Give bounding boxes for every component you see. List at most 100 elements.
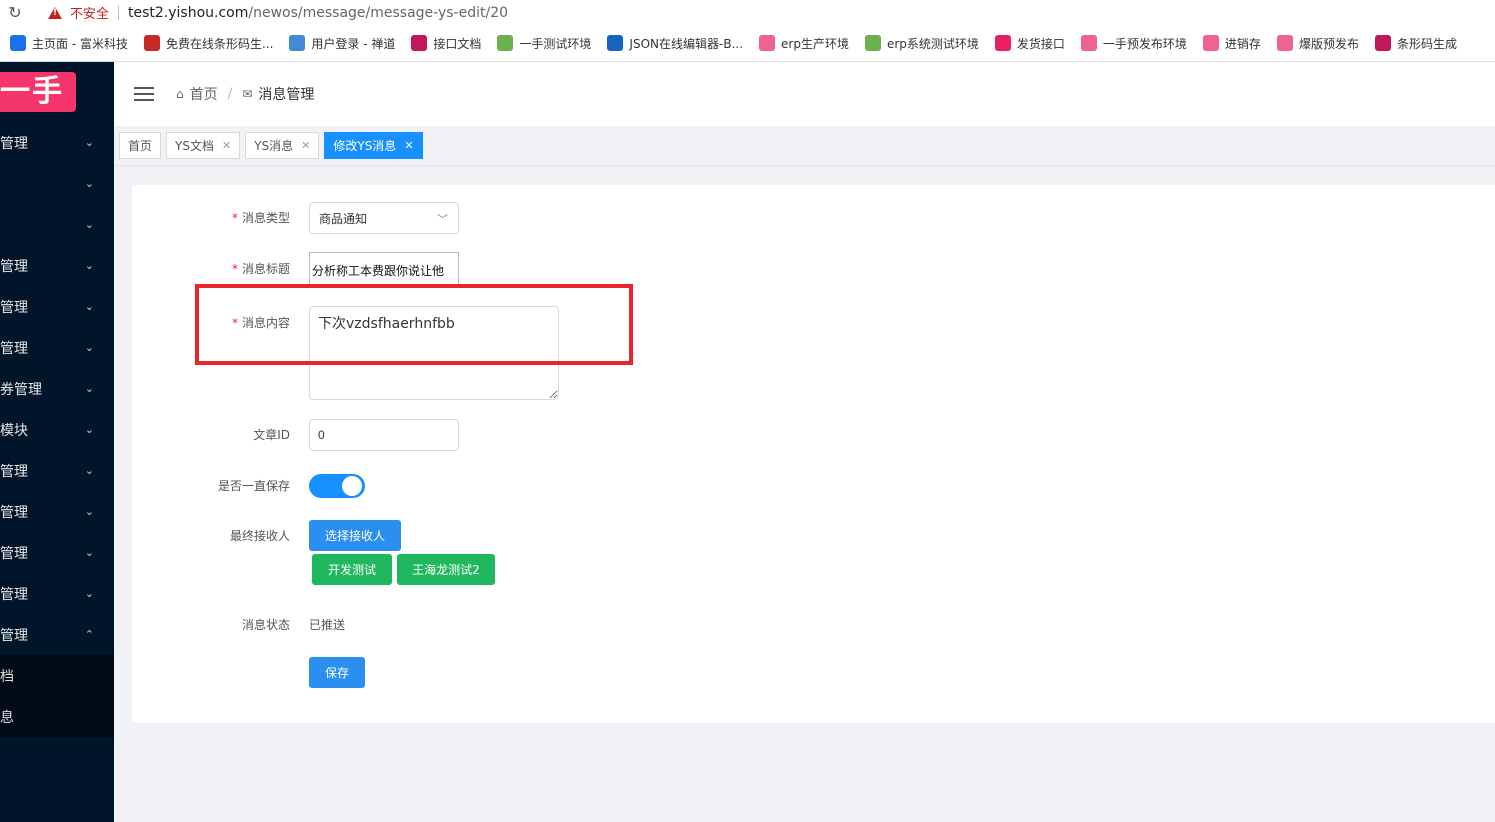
title-label: * 消息标题 [231,262,290,276]
bookmark-item[interactable]: 主页面 - 富米科技 [10,35,128,52]
bookmarks-bar: 主页面 - 富米科技 免费在线条形码生... 用户登录 - 禅道 接口文档 一手测试环境… [0,25,1495,62]
sidebar-item-label: 息 [0,709,14,726]
chevron-down-icon: ⌄ [84,300,94,313]
breadcrumb-home[interactable]: 首页 [190,84,218,104]
receiver-label: 最终接收人 [229,529,290,543]
bookmark-item[interactable]: 发货接口 [994,35,1065,52]
bookmark-label: erp系统测试环境 [886,36,979,51]
bookmark-item[interactable]: 一手测试环境 [497,35,591,52]
bookmark-item[interactable]: 进销存 [1202,35,1261,52]
keep-forever-toggle[interactable] [309,474,365,498]
bookmark-icon [607,35,624,51]
url-field[interactable]: test2.yishou.com/newos/message/message-y… [128,5,508,21]
warning-text: 不安全 [70,7,110,22]
bookmark-item[interactable]: 免费在线条形码生... [143,35,274,52]
reload-icon[interactable]: ↻ [0,3,30,22]
sidebar-menu-item[interactable]: 管理 ⌄ [0,122,114,163]
close-icon[interactable]: ✕ [222,139,231,152]
sidebar-menu-item[interactable]: 管理 ⌄ [0,450,114,491]
chevron-down-icon: ⌄ [84,587,94,600]
article-id-label: 文章ID [253,428,290,442]
keep-label: 是否一直保存 [217,479,290,493]
message-type-select[interactable]: 商品通知 ﹀ [309,202,459,234]
sidebar: 一手 管理 ⌄ ⌄ ⌄ 管理 ⌄ 管理 ⌄ 管理 ⌄ 券管理 ⌄ 模块 ⌄ 管理 ⌄ 管理 ⌄ 管理 ⌄ 管理 ⌄ 管理 ⌃ 档… [0,62,114,822]
bookmark-icon [411,35,428,51]
sidebar-menu-item[interactable]: 管理 ⌄ [0,327,114,368]
receiver-tag[interactable]: 开发测试 [312,554,392,585]
close-icon[interactable]: ✕ [301,139,310,152]
bookmark-item[interactable]: erp系统测试环境 [864,35,979,52]
bookmark-label: erp生产环境 [781,36,849,51]
type-label: * 消息类型 [231,211,290,225]
sidebar-menu-item[interactable]: 管理 ⌄ [0,245,114,286]
bookmark-item[interactable]: erp生产环境 [759,35,849,52]
sidebar-menu-item[interactable]: 管理 ⌃ [0,614,114,655]
sidebar-menu: 管理 ⌄ ⌄ ⌄ 管理 ⌄ 管理 ⌄ 管理 ⌄ 券管理 ⌄ 模块 ⌄ 管理 ⌄ 管理 ⌄ 管理 ⌄ 管理 ⌄ 管理 ⌃ 档息 [0,122,114,737]
sidebar-item-label: 管理 [0,586,28,603]
breadcrumb-separator: / [227,86,233,102]
chevron-down-icon: ⌄ [84,505,94,518]
breadcrumb: ⌂ 首页 / ✉ 消息管理 [176,84,314,104]
bookmark-icon [1080,35,1097,51]
bookmark-label: 一手测试环境 [519,36,592,51]
home-icon: ⌂ [176,87,184,101]
url-host: test2.yishou.com [128,4,249,21]
tab-label: YS文档 [175,139,214,153]
bookmark-icon [1202,35,1219,51]
keep-row: 是否一直保存 [132,477,302,494]
sidebar-menu-item[interactable]: 管理 ⌄ [0,532,114,573]
sidebar-item-label: 管理 [0,627,28,644]
bookmark-item[interactable]: 用户登录 - 禅道 [289,35,395,52]
sidebar-menu-item[interactable]: 模块 ⌄ [0,409,114,450]
content-label: * 消息内容 [231,316,290,330]
bookmark-icon [1374,35,1391,51]
status-row: 消息状态 [132,616,302,633]
title-row: * 消息标题 [132,260,302,277]
receiver-tag[interactable]: 王海龙测试2 [397,554,495,585]
bookmark-item[interactable]: 条形码生成 [1374,35,1457,52]
security-warning[interactable]: 不安全 [48,3,109,22]
sidebar-menu-item[interactable]: 管理 ⌄ [0,286,114,327]
tab-label: 修改YS消息 [333,139,397,153]
sidebar-submenu-item[interactable]: 档 [0,655,114,696]
bookmark-icon [759,35,776,51]
bookmark-item[interactable]: 接口文档 [411,35,481,52]
sidebar-menu-item[interactable]: ⌄ [0,163,114,204]
message-title-input[interactable]: 分析称工本费跟你说让他 [309,252,459,285]
bookmark-label: 爆版预发布 [1298,36,1359,51]
sidebar-menu-item[interactable]: 券管理 ⌄ [0,368,114,409]
bookmark-icon [994,35,1011,51]
page-tab[interactable]: YS文档 ✕ [166,132,241,159]
bookmark-item[interactable]: JSON在线编辑器-B... [607,35,743,52]
toggle-knob [342,476,362,496]
sidebar-menu-item[interactable]: ⌄ [0,204,114,245]
top-header: ⌂ 首页 / ✉ 消息管理 [114,62,1495,126]
bookmark-item[interactable]: 一手预发布环境 [1080,35,1187,52]
page-tab[interactable]: 首页 [119,132,162,159]
chevron-down-icon: ⌄ [84,259,94,272]
sidebar-submenu-item[interactable]: 息 [0,696,114,737]
sidebar-item-label: 管理 [0,463,28,480]
sidebar-item-label: 管理 [0,545,28,562]
mail-icon: ✉ [242,87,253,101]
save-button[interactable]: 保存 [309,657,365,688]
article-id-input[interactable] [309,419,459,451]
page-tab[interactable]: YS消息 ✕ [245,132,320,159]
sidebar-menu-item[interactable]: 管理 ⌄ [0,573,114,614]
message-content-textarea[interactable]: 下次vzdsfhaerhnfbb [309,306,559,400]
select-receiver-button[interactable]: 选择接收人 [309,520,401,551]
bookmark-icon [143,35,160,51]
message-type-value: 商品通知 [319,211,368,226]
sidebar-item-label: 管理 [0,299,28,316]
close-icon[interactable]: ✕ [404,139,413,152]
article-row: 文章ID [132,426,302,443]
bookmark-item[interactable]: 爆版预发布 [1276,35,1359,52]
sidebar-menu-item[interactable]: 管理 ⌄ [0,491,114,532]
sidebar-item-label: 档 [0,668,14,685]
menu-toggle-icon[interactable] [134,83,154,105]
bookmark-label: 免费在线条形码生... [165,36,274,51]
divider [118,5,120,20]
bookmark-icon [289,35,306,51]
sidebar-item-label: 管理 [0,258,28,275]
page-tab[interactable]: 修改YS消息 ✕ [324,132,423,159]
